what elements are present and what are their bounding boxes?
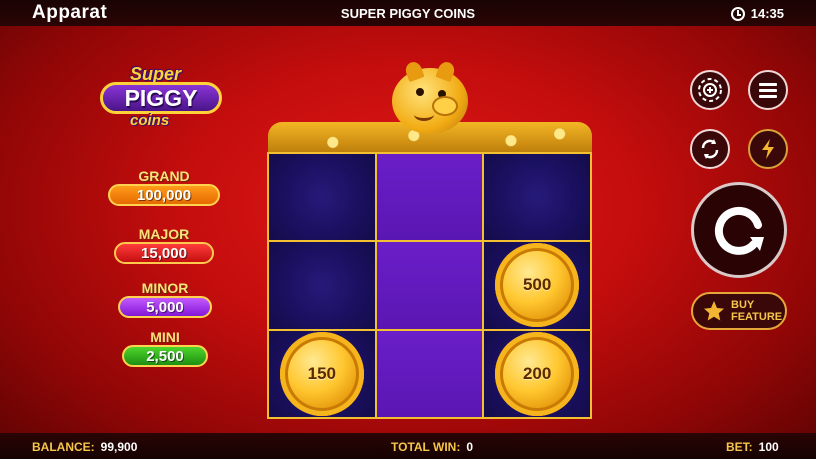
grid-cell <box>376 330 483 417</box>
buy-feature-button[interactable]: BUY FEATURE <box>691 292 787 330</box>
grid-cell <box>269 242 375 329</box>
total-win-label: TOTAL WIN: <box>391 440 461 454</box>
turbo-button[interactable] <box>748 129 788 169</box>
game-logo: Super PIGGY coins <box>100 64 222 134</box>
jackpot-major-label: MAJOR <box>138 226 190 242</box>
spin-icon <box>714 206 764 255</box>
menu-button[interactable] <box>748 70 788 110</box>
jackpot-grand: GRAND 100,000 <box>106 168 222 206</box>
grid-cell: 150 <box>269 330 375 417</box>
buy-feature-line1: BUY <box>731 299 755 311</box>
chip-button[interactable] <box>690 70 730 110</box>
balance-display: BALANCE: 99,900 <box>32 440 137 454</box>
coin-symbol: 200 <box>495 331 580 416</box>
total-win-value: 0 <box>466 440 474 454</box>
grid-cell <box>376 242 483 329</box>
jackpot-mini-label: MINI <box>150 329 180 345</box>
piggy-bank-icon <box>392 59 468 134</box>
buy-feature-line2: FEATURE <box>731 311 783 323</box>
clock-icon <box>730 6 745 21</box>
grid-cell: 500 <box>484 242 590 329</box>
buy-feature-label: BUY FEATURE <box>731 299 783 323</box>
jackpot-major: MAJOR 15,000 <box>112 226 216 264</box>
clock-time: 14:35 <box>750 6 784 21</box>
jackpot-mini-value: 2,500 <box>122 345 208 367</box>
bottom-bar: BALANCE: 99,900 TOTAL WIN: 0 BET: 100 <box>0 433 816 459</box>
bet-value: 100 <box>758 440 779 454</box>
grid-cell <box>269 154 375 241</box>
balance-value: 99,900 <box>100 440 138 454</box>
top-bar: Apparat SUPER PIGGY COINS 14:35 <box>0 0 816 26</box>
coin-symbol: 150 <box>279 331 364 416</box>
grid-cell <box>484 154 590 241</box>
game-title: SUPER PIGGY COINS <box>340 6 476 21</box>
bet-label: BET: <box>726 440 753 454</box>
bet-display[interactable]: BET: 100 <box>726 440 779 454</box>
balance-label: BALANCE: <box>32 440 95 454</box>
grid-cell <box>376 154 483 241</box>
jackpot-minor: MINOR 5,000 <box>116 280 214 318</box>
reel-grid: 500 150 200 <box>267 152 592 419</box>
turbo-icon <box>762 139 774 159</box>
clock: 14:35 <box>730 6 784 21</box>
jackpot-grand-value: 100,000 <box>108 184 220 206</box>
jackpot-grand-label: GRAND <box>138 168 190 184</box>
autoplay-button[interactable] <box>690 129 730 169</box>
total-win-display: TOTAL WIN: 0 <box>391 440 473 454</box>
coin-symbol: 500 <box>495 243 580 328</box>
menu-icon <box>759 83 777 98</box>
jackpot-minor-value: 5,000 <box>118 296 212 318</box>
jackpot-major-value: 15,000 <box>114 242 214 264</box>
jackpot-minor-label: MINOR <box>141 280 189 296</box>
logo-piggy: PIGGY <box>100 82 222 114</box>
spin-button[interactable] <box>691 182 787 278</box>
autoplay-icon <box>701 139 719 159</box>
grid-cell: 200 <box>484 330 590 417</box>
jackpot-mini: MINI 2,500 <box>120 329 210 367</box>
star-icon <box>704 301 724 321</box>
chip-icon <box>698 78 722 102</box>
logo-coins: coins <box>130 112 170 129</box>
